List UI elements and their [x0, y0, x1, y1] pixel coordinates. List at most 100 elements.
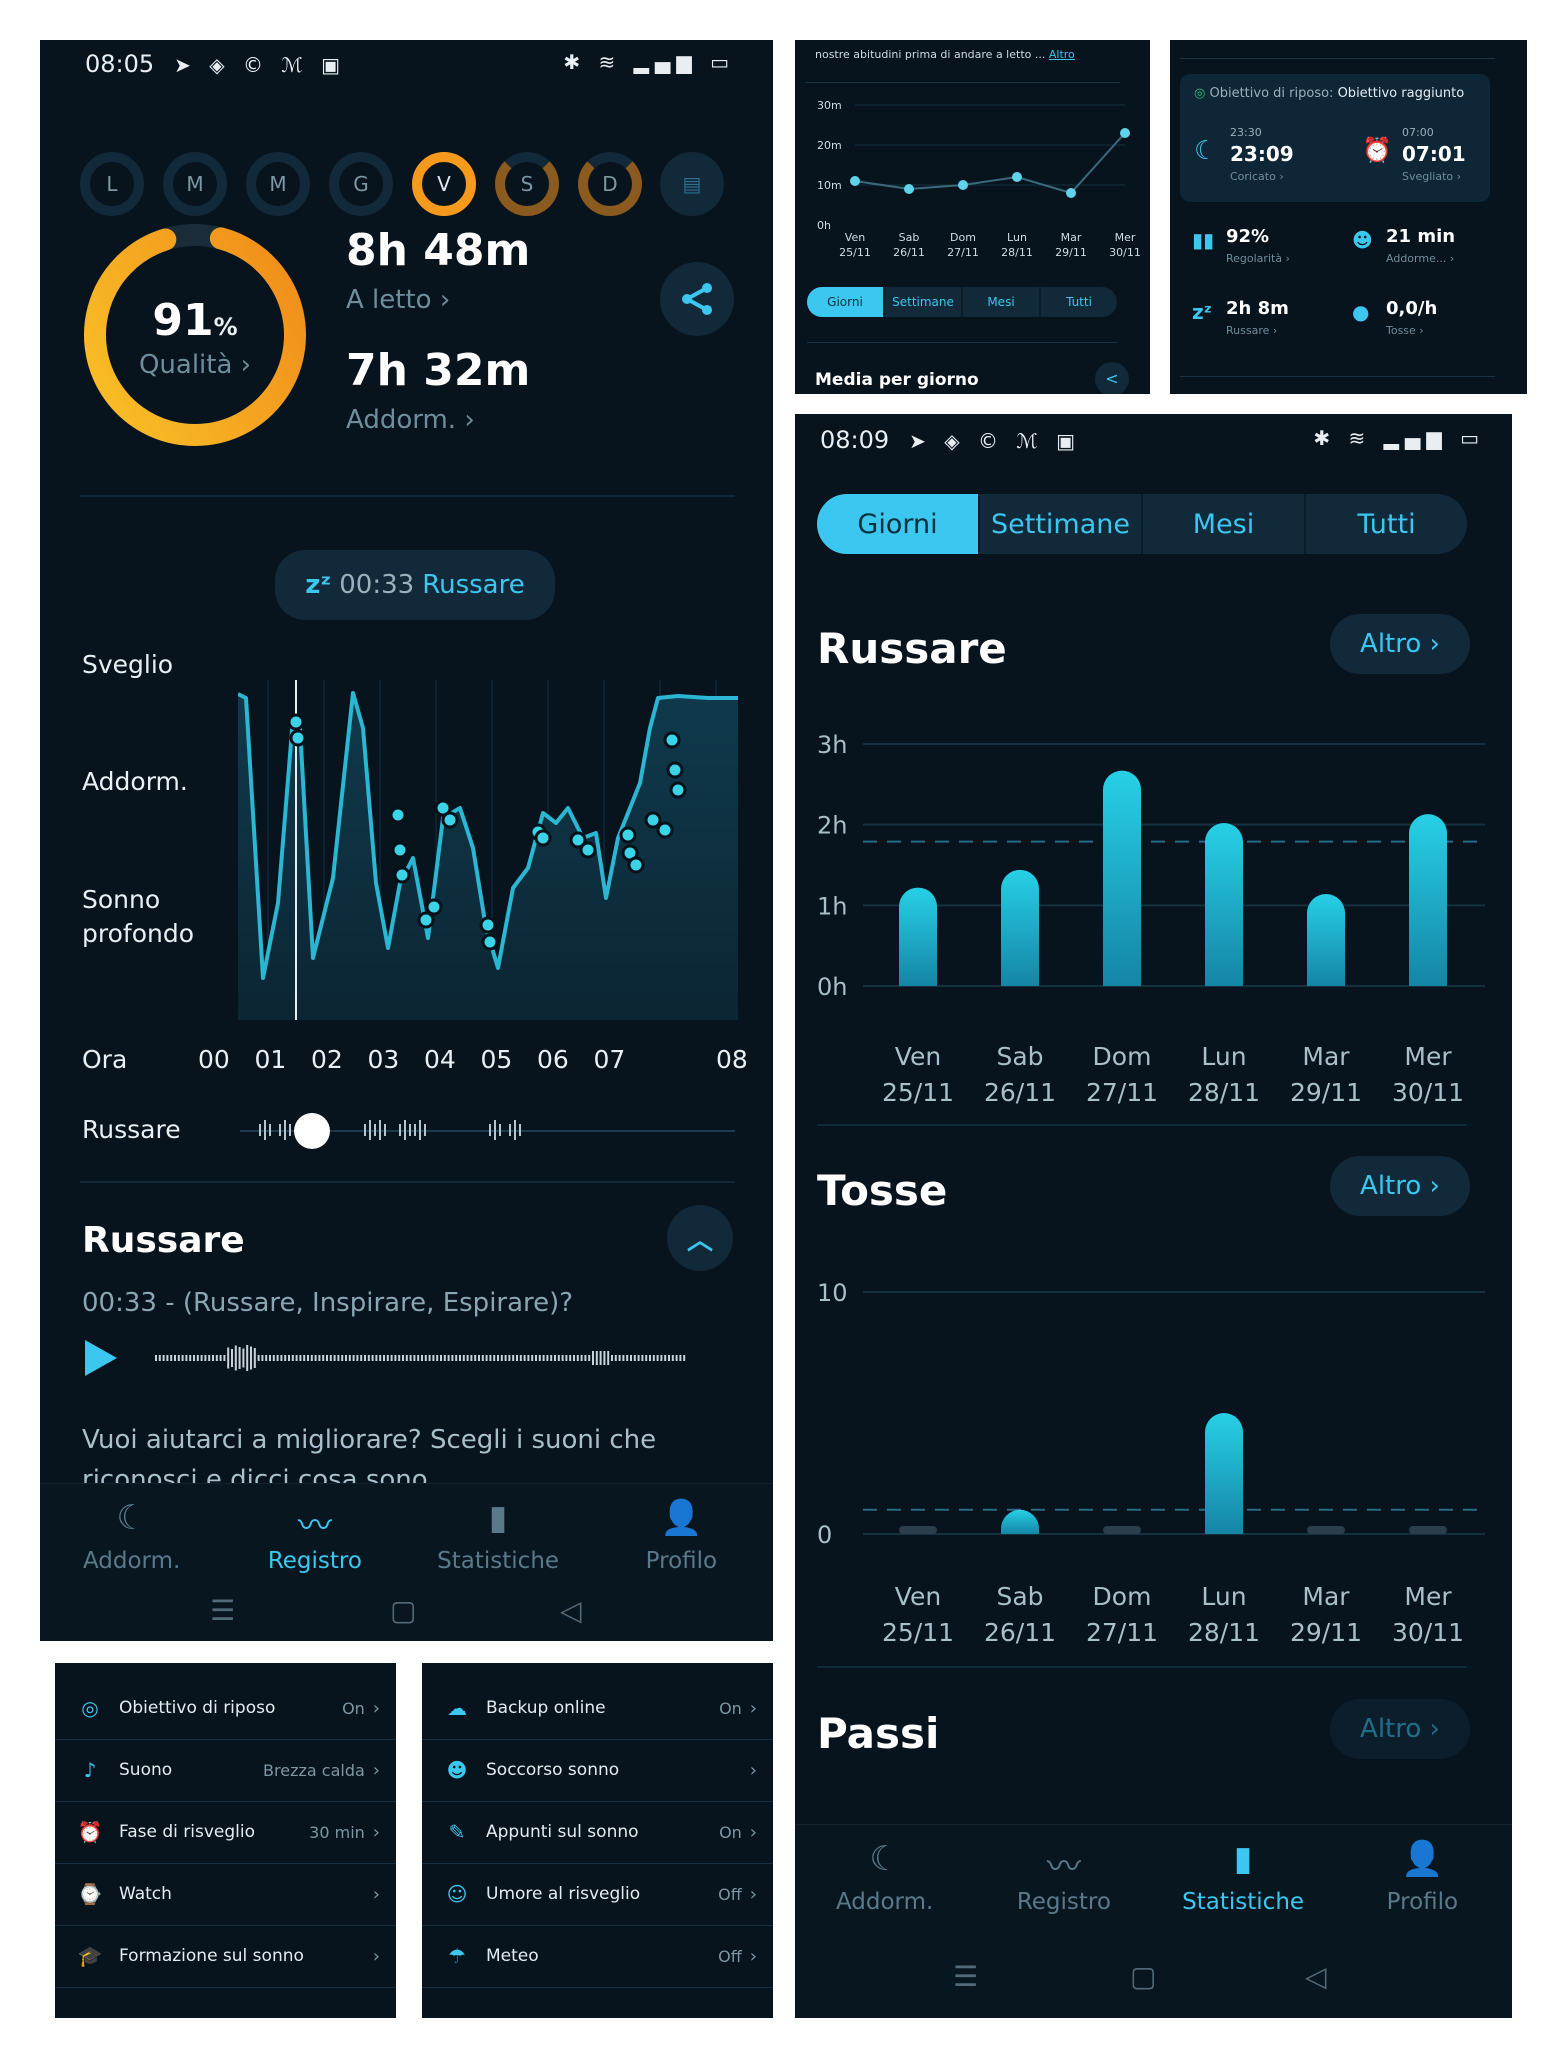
settings-label: Appunti sul sonno: [486, 1822, 639, 1842]
daily-average-line-chart[interactable]: 0h 10m 20m 30m: [795, 95, 1150, 235]
back-nav-button[interactable]: ◁: [560, 1594, 582, 1627]
stat-value: 2h 8m: [1226, 298, 1289, 319]
y-tick-label: 20m: [817, 139, 842, 152]
cough-icon: ●: [1352, 300, 1370, 324]
stat-value: 92%: [1226, 226, 1270, 247]
settings-row-umore-al-risveglio[interactable]: ☺ Umore al risveglio Off ›: [422, 1863, 773, 1926]
bar-empty: [1409, 1526, 1447, 1534]
snoring-more-button[interactable]: Altro ›: [1330, 614, 1470, 674]
day-l-button[interactable]: L: [80, 152, 144, 216]
cough-bar-chart[interactable]: 0 10: [795, 1254, 1512, 1554]
nav-profilo[interactable]: 👤 Profilo: [590, 1498, 773, 1574]
stat-label[interactable]: Tosse ›: [1386, 324, 1424, 337]
snore-event-dot: [656, 821, 674, 839]
tab-mesi[interactable]: Mesi: [961, 287, 1039, 317]
cough-more-button[interactable]: Altro ›: [1330, 1156, 1470, 1216]
sleep-aid-icon: ☻: [446, 1758, 468, 1782]
hour-label: 05: [480, 1045, 513, 1074]
snore-event-dot: [393, 866, 411, 884]
home-nav-button[interactable]: ▢: [1130, 1960, 1156, 1993]
nav-registro[interactable]: 〰 Registro: [974, 1839, 1153, 1915]
day-s-button[interactable]: S: [495, 152, 559, 216]
nav-addorm[interactable]: ☾ Addorm.: [40, 1498, 223, 1574]
share-button[interactable]: [660, 262, 734, 336]
calendar-button[interactable]: ▤: [660, 152, 724, 216]
settings-row-suono[interactable]: ♪ Suono Brezza calda ›: [55, 1739, 396, 1802]
nav-label: Profilo: [645, 1548, 718, 1574]
share-button[interactable]: <: [1095, 362, 1129, 394]
settings-row-meteo[interactable]: ☂ Meteo Off ›: [422, 1925, 773, 1988]
home-nav-button[interactable]: ▢: [390, 1594, 416, 1627]
settings-label: Formazione sul sonno: [119, 1946, 304, 1966]
quality-label[interactable]: Qualità ›: [80, 350, 310, 380]
bedtime-label[interactable]: Coricato ›: [1230, 170, 1284, 183]
in-bed-label[interactable]: A letto ›: [346, 285, 450, 315]
nav-statistiche[interactable]: ▮ Statistiche: [407, 1498, 590, 1574]
snore-track-label: Russare: [82, 1115, 181, 1144]
day-m-button[interactable]: M: [163, 152, 227, 216]
x-tick-label: Mer 30/11: [1109, 231, 1141, 259]
day-g-button[interactable]: G: [329, 152, 393, 216]
sleep-graph[interactable]: [238, 680, 738, 1030]
audio-waveform[interactable]: [152, 1336, 712, 1380]
collapse-button[interactable]: ︿: [667, 1205, 733, 1271]
settings-row-soccorso-sonno[interactable]: ☻ Soccorso sonno ›: [422, 1739, 773, 1802]
back-nav-button[interactable]: ◁: [1305, 1960, 1327, 1993]
settings-row-formazione-sul-sonno[interactable]: 🎓 Formazione sul sonno ›: [55, 1925, 396, 1988]
divider: [1180, 58, 1495, 59]
intro-text: nostre abitudini prima di andare a letto…: [815, 48, 1075, 61]
nav-addorm[interactable]: ☾ Addorm.: [795, 1839, 974, 1915]
asleep-label[interactable]: Addorm. ›: [346, 405, 475, 435]
nav-statistiche[interactable]: ▮ Statistiche: [1154, 1839, 1333, 1915]
snoring-bar-chart[interactable]: 0h 1h 2h 3h: [795, 714, 1512, 1014]
y-tick-label: 0h: [817, 219, 831, 232]
pencil-icon: ✎: [448, 1820, 466, 1844]
stat-value: 0,0/h: [1386, 298, 1438, 319]
alarm-icon: ⏰: [1362, 136, 1392, 164]
settings-row-watch[interactable]: ⌚ Watch ›: [55, 1863, 396, 1926]
bottom-nav: ☾ Addorm. 〰 Registro ▮ Statistiche 👤 Profilo ☰ …: [795, 1824, 1512, 2018]
steps-more-button[interactable]: Altro ›: [1330, 1699, 1470, 1759]
tab-giorni[interactable]: Giorni: [817, 494, 978, 554]
bar-empty: [1307, 1526, 1345, 1534]
stat-label[interactable]: Russare ›: [1226, 324, 1277, 337]
snore-event-dot: [669, 781, 687, 799]
tab-giorni[interactable]: Giorni: [807, 287, 883, 317]
snore-event-dot: [289, 729, 307, 747]
snore-zzz-icon: zᶻ: [1192, 300, 1212, 324]
day-d-button[interactable]: D: [578, 152, 642, 216]
goal-value: Obiettivo raggiunto: [1337, 86, 1465, 101]
tab-settimane[interactable]: Settimane: [883, 287, 961, 317]
nav-profilo[interactable]: 👤 Profilo: [1333, 1839, 1512, 1915]
day-v-button[interactable]: V: [412, 152, 476, 216]
tab-settimane[interactable]: Settimane: [978, 494, 1141, 554]
stat-label[interactable]: Regolarità ›: [1226, 252, 1290, 265]
nav-label: Registro: [1016, 1889, 1111, 1915]
settings-row-obiettivo-di-riposo[interactable]: ◎ Obiettivo di riposo On ›: [55, 1677, 396, 1740]
data-point: [850, 176, 860, 186]
snore-event-dot: [481, 933, 499, 951]
y-label-asleep: Addorm.: [82, 767, 188, 796]
snore-scrubber-handle[interactable]: [294, 1113, 330, 1149]
system-icons: ✱ ≋ ▂▄▆ ▭: [1313, 426, 1485, 450]
wake-value: 07:01: [1402, 142, 1466, 166]
tab-tutti[interactable]: Tutti: [1039, 287, 1117, 317]
settings-row-backup-online[interactable]: ☁ Backup online On ›: [422, 1677, 773, 1740]
tab-tutti[interactable]: Tutti: [1304, 494, 1467, 554]
tab-mesi[interactable]: Mesi: [1141, 494, 1304, 554]
wake-label[interactable]: Svegliato ›: [1402, 170, 1461, 183]
day-m-button[interactable]: M: [246, 152, 310, 216]
goal-card[interactable]: ◎ Obiettivo di riposo: Obiettivo raggiun…: [1180, 74, 1490, 202]
nav-registro[interactable]: 〰 Registro: [223, 1498, 406, 1574]
y-tick-label: 10: [817, 1279, 848, 1307]
menu-nav-button[interactable]: ☰: [210, 1594, 235, 1627]
menu-nav-button[interactable]: ☰: [953, 1960, 978, 1993]
more-link[interactable]: Altro: [1049, 48, 1075, 61]
settings-row-fase-di-risveglio[interactable]: ⏰ Fase di risveglio 30 min ›: [55, 1801, 396, 1864]
chevron-right-icon: ›: [749, 1697, 757, 1719]
settings-row-appunti-sul-sonno[interactable]: ✎ Appunti sul sonno On ›: [422, 1801, 773, 1864]
stat-label[interactable]: Addorme... ›: [1386, 252, 1454, 265]
play-button[interactable]: [85, 1340, 117, 1376]
right-phone-screen: 08:09 ➤ ◈ © ℳ ▣ ✱ ≋ ▂▄▆ ▭ Giorni Settiman…: [795, 414, 1512, 2018]
snore-tooltip[interactable]: zᶻ 00:33 Russare: [275, 550, 555, 620]
